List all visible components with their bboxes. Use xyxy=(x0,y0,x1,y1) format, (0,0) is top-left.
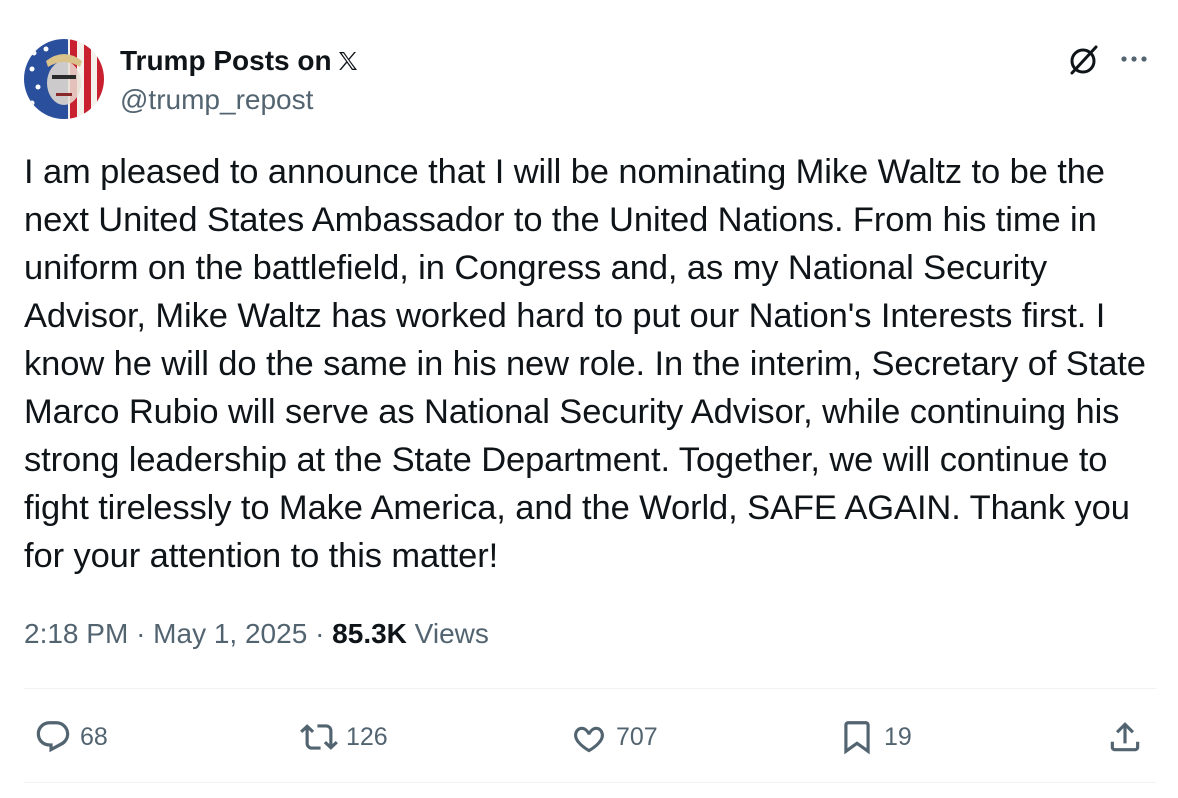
tweet-time[interactable]: 2:18 PM xyxy=(24,618,128,649)
divider xyxy=(24,782,1156,783)
share-button[interactable] xyxy=(1106,715,1152,759)
flag-portrait-avatar xyxy=(24,39,104,119)
tweet-meta: 2:18 PM · May 1, 2025 · 85.3K Views xyxy=(24,616,489,652)
heart-icon xyxy=(574,726,604,753)
tweet-date[interactable]: May 1, 2025 xyxy=(153,618,307,649)
divider xyxy=(24,688,1156,689)
user-handle[interactable]: @trump_repost xyxy=(120,84,313,116)
meta-separator: · xyxy=(315,618,325,649)
grok-slash-circle-icon[interactable] xyxy=(1066,42,1102,78)
reply-button[interactable]: 68 xyxy=(34,715,108,759)
meta-separator: · xyxy=(136,618,146,649)
like-button[interactable]: 707 xyxy=(570,715,658,759)
reply-count: 68 xyxy=(80,722,108,751)
views-count: 85.3K xyxy=(332,618,407,649)
like-count: 707 xyxy=(616,722,658,751)
repost-button[interactable]: 126 xyxy=(300,715,388,759)
x-logo-icon xyxy=(338,52,357,70)
tweet-text: I am pleased to announce that I will be … xyxy=(24,153,1146,575)
bookmark-count: 19 xyxy=(884,722,912,751)
views-label: Views xyxy=(414,618,489,649)
repost-count: 126 xyxy=(346,722,388,751)
repost-icon xyxy=(300,724,338,750)
more-dots-icon[interactable] xyxy=(1116,44,1152,74)
display-name[interactable]: Trump Posts on xyxy=(120,44,360,78)
bookmark-icon xyxy=(844,721,870,755)
bookmark-button[interactable]: 19 xyxy=(838,715,912,759)
avatar[interactable] xyxy=(24,39,104,119)
reply-icon xyxy=(36,721,70,753)
display-name-text: Trump Posts on xyxy=(120,45,332,76)
share-icon xyxy=(1110,722,1140,752)
